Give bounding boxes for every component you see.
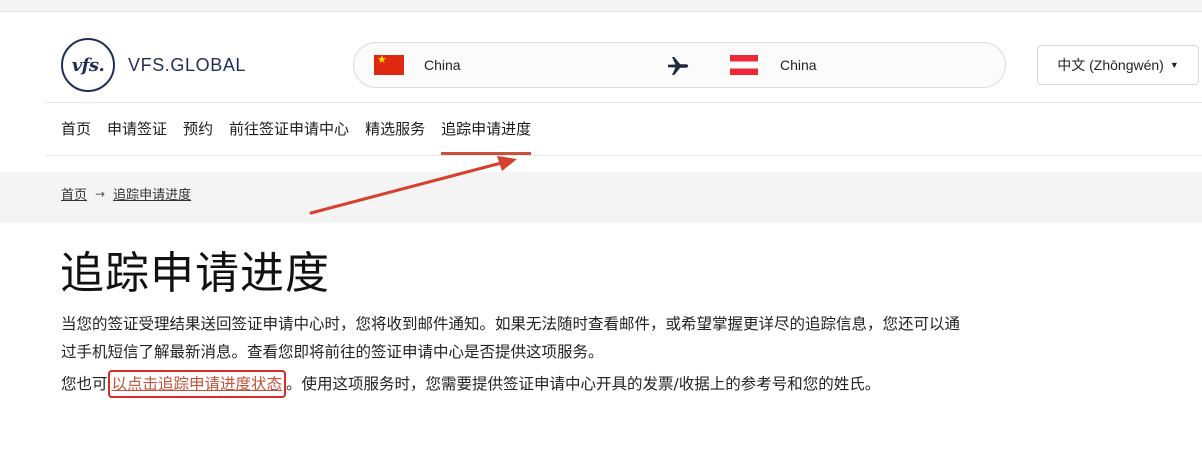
- origin-country[interactable]: China: [424, 57, 461, 73]
- track-status-link[interactable]: 以点击追踪申请进度状态: [107, 370, 287, 398]
- austria-flag-icon: [730, 55, 758, 75]
- page: vfs. VFS.GLOBAL ★ China China 中文 (Zhōngw…: [0, 0, 1202, 465]
- nav-item-featured-services[interactable]: 精选服务: [365, 102, 425, 155]
- arrow-right-icon: →: [95, 186, 106, 201]
- nav-item-appointment[interactable]: 预约: [183, 102, 213, 155]
- airplane-icon: [668, 57, 689, 75]
- nav-item-apply-visa[interactable]: 申请签证: [107, 102, 167, 155]
- page-title: 追踪申请进度: [60, 248, 330, 299]
- annotation-arrow-head: [497, 156, 517, 171]
- track-status-link-text: 以点击追踪申请进度状态: [111, 375, 283, 393]
- logo-mark: vfs.: [61, 38, 115, 92]
- language-dropdown[interactable]: 中文 (Zhōngwén) ▼: [1037, 45, 1199, 85]
- nav-item-home[interactable]: 首页: [61, 102, 91, 155]
- intro-paragraph: 当您的签证受理结果送回签证申请中心时，您将收到邮件通知。如果无法随时查看邮件，或…: [61, 315, 961, 361]
- route-selector[interactable]: ★ China China: [353, 42, 1006, 88]
- nav-divider: [45, 155, 1202, 156]
- language-label: 中文 (Zhōngwén): [1057, 57, 1164, 73]
- caret-down-icon: ▼: [1169, 60, 1179, 70]
- breadcrumb: 首页 → 追踪申请进度: [61, 184, 191, 204]
- track-paragraph: 您也可 以点击追踪申请进度状态 。使用这项服务时，您需要提供签证申请中心开具的发票/…: [61, 370, 971, 398]
- logo-text: VFS.GLOBAL: [128, 54, 247, 75]
- breadcrumb-current[interactable]: 追踪申请进度: [113, 184, 191, 203]
- main-nav: 首页 申请签证 预约 前往签证申请中心 精选服务 追踪申请进度: [61, 102, 532, 155]
- nav-item-visit-centre[interactable]: 前往签证申请中心: [229, 102, 349, 155]
- vfs-logo[interactable]: vfs. VFS.GLOBAL: [61, 38, 246, 92]
- breadcrumb-home[interactable]: 首页: [61, 184, 87, 203]
- track-paragraph-tail: 。使用这项服务时，您需要提供签证申请中心开具的发票/收据上的参考号和您的姓氏。: [286, 375, 881, 393]
- destination-country[interactable]: China: [780, 57, 817, 73]
- browser-top-strip: [0, 0, 1202, 12]
- track-paragraph-lead: 您也可: [61, 375, 108, 393]
- china-flag-icon: ★: [374, 54, 404, 75]
- nav-item-track-application[interactable]: 追踪申请进度: [441, 102, 532, 155]
